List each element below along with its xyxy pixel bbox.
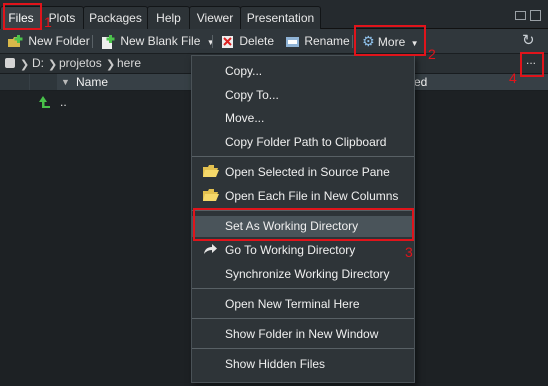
new-folder-label: New Folder: [28, 34, 90, 48]
menu-item-label: Open New Terminal Here: [225, 297, 360, 311]
parent-directory-icon: [39, 96, 50, 108]
menu-divider: [192, 318, 414, 319]
goto-arrow-icon: [204, 244, 217, 254]
tab-packages[interactable]: Packages: [83, 6, 148, 29]
column-header-modified[interactable]: ed: [414, 74, 427, 90]
rename-icon: [286, 36, 299, 47]
tab-label: Packages: [89, 11, 142, 25]
menu-item-copy-to[interactable]: Copy To...: [192, 85, 414, 105]
files-toolbar: New Folder New Blank File ▼ Delete Renam…: [0, 29, 548, 54]
breadcrumb-drive[interactable]: D:: [32, 54, 44, 73]
select-all-checkbox[interactable]: [5, 58, 15, 68]
menu-item-label: Go To Working Directory: [225, 243, 356, 257]
delete-button[interactable]: Delete: [220, 32, 274, 50]
delete-label: Delete: [239, 34, 275, 48]
chevron-right-icon: ❯: [106, 59, 116, 71]
menu-item-open-selected[interactable]: Open Selected in Source Pane: [192, 162, 414, 182]
toolbar-divider: [352, 35, 353, 48]
toolbar-divider: [212, 35, 213, 48]
annotation-number: 1: [44, 14, 52, 30]
new-folder-icon: [8, 34, 23, 47]
sort-triangle-icon: ▼: [61, 77, 70, 87]
breadcrumb-here[interactable]: here: [117, 54, 141, 73]
menu-item-copy-folder-path[interactable]: Copy Folder Path to Clipboard: [192, 132, 414, 152]
annotation-box-set-working-directory: [193, 208, 414, 241]
annotation-box-path-ellipsis: [520, 52, 544, 77]
annotation-number: 2: [428, 46, 436, 62]
header-icon-column: [30, 74, 57, 90]
rename-button[interactable]: Rename: [285, 32, 350, 50]
menu-item-go-to-working-directory[interactable]: Go To Working Directory: [192, 240, 414, 260]
annotation-box-files-tab: [3, 3, 42, 30]
menu-item-synchronize-working-directory[interactable]: Synchronize Working Directory: [192, 264, 414, 284]
maximize-pane-icon[interactable]: [530, 10, 541, 21]
new-blank-file-label: New Blank File: [120, 34, 201, 48]
chevron-right-icon: ❯: [48, 59, 58, 71]
menu-item-move[interactable]: Move...: [192, 108, 414, 128]
tab-label: Presentation: [246, 11, 315, 25]
new-file-icon: [102, 34, 115, 49]
menu-divider: [192, 156, 414, 157]
column-header-name[interactable]: Name: [76, 74, 108, 90]
breadcrumb-projetos[interactable]: projetos: [59, 54, 102, 73]
rename-label: Rename: [304, 34, 350, 48]
menu-item-open-each-file[interactable]: Open Each File in New Columns: [192, 186, 414, 206]
menu-item-show-folder-new-window[interactable]: Show Folder in New Window: [192, 324, 414, 344]
menu-item-label: Open Each File in New Columns: [225, 189, 399, 203]
tab-label: Viewer: [196, 11, 234, 25]
menu-item-show-hidden-files[interactable]: Show Hidden Files: [192, 354, 414, 374]
tab-label: Plots: [48, 11, 76, 25]
delete-icon: [222, 35, 233, 48]
menu-item-label: Copy...: [225, 64, 263, 78]
tab-viewer[interactable]: Viewer: [189, 6, 241, 29]
annotation-box-more-button: [354, 25, 426, 56]
open-folder-icon: [203, 189, 219, 201]
annotation-number: 4: [509, 70, 517, 86]
menu-item-label: Show Folder in New Window: [225, 327, 379, 341]
tab-label: Help: [156, 11, 181, 25]
tab-presentation[interactable]: Presentation: [240, 6, 321, 29]
new-folder-button[interactable]: New Folder: [7, 32, 90, 50]
chevron-down-icon: ▼: [206, 38, 215, 47]
menu-item-label: Synchronize Working Directory: [225, 267, 390, 281]
menu-item-label: Copy Folder Path to Clipboard: [225, 135, 387, 149]
menu-item-open-terminal[interactable]: Open New Terminal Here: [192, 294, 414, 314]
pane-tab-bar: Files Plots Packages Help Viewer Present…: [0, 0, 548, 29]
file-name[interactable]: ..: [60, 95, 67, 109]
menu-item-label: Copy To...: [225, 88, 279, 102]
menu-item-label: Open Selected in Source Pane: [225, 165, 390, 179]
minimize-pane-icon[interactable]: [515, 11, 526, 20]
tab-help[interactable]: Help: [147, 6, 190, 29]
annotation-number: 3: [405, 244, 413, 260]
toolbar-divider: [92, 35, 93, 48]
header-checkbox-column: [0, 74, 29, 90]
open-folder-icon: [203, 165, 219, 177]
menu-item-copy[interactable]: Copy...: [192, 61, 414, 81]
chevron-right-icon: ❯: [20, 59, 30, 71]
menu-item-label: Move...: [225, 111, 265, 125]
menu-divider: [192, 348, 414, 349]
menu-item-label: Show Hidden Files: [225, 357, 326, 371]
new-blank-file-button[interactable]: New Blank File ▼: [99, 32, 215, 50]
menu-divider: [192, 288, 414, 289]
refresh-icon[interactable]: ↻: [522, 32, 535, 50]
